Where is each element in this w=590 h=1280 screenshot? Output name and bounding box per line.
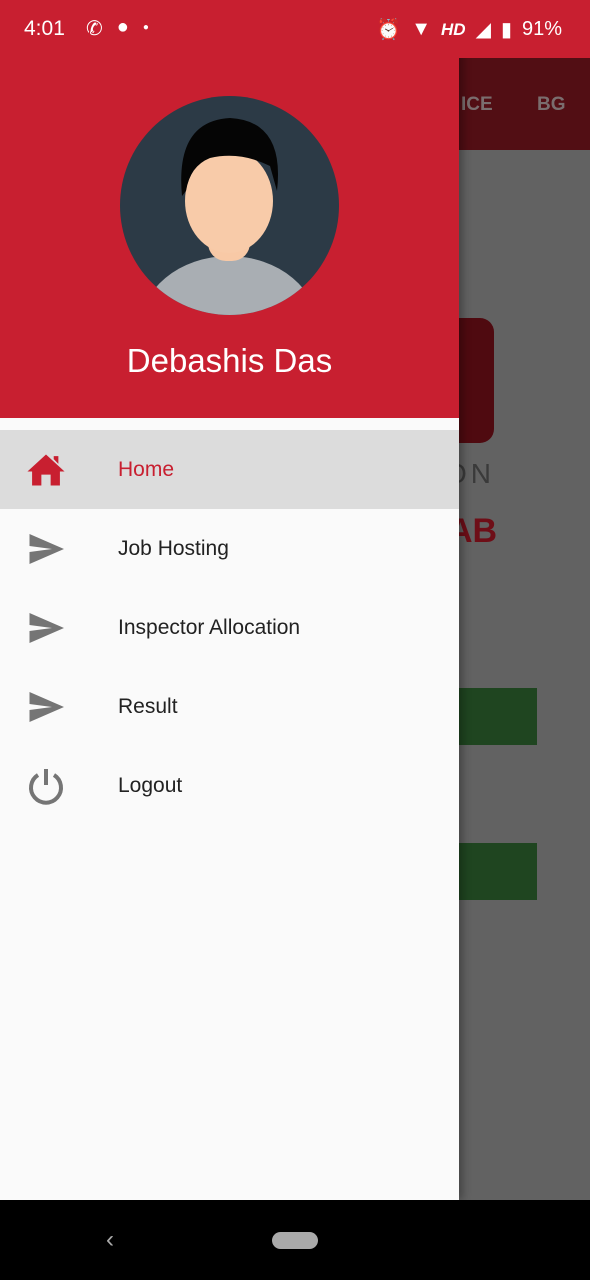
avatar — [120, 96, 339, 315]
status-bar: 4:01 ✆ ● ● ⏰ ▼ HD ◢ ▮ 91% — [0, 0, 590, 58]
background-tab: BG — [537, 94, 566, 115]
menu-item-logout[interactable]: Logout — [0, 746, 459, 825]
network-label: HD — [441, 19, 466, 39]
notification-app-icon: ● — [116, 16, 129, 38]
navigation-drawer: Debashis Das Home Job Hosting Inspector … — [0, 0, 459, 1200]
wifi-icon: ▼ — [411, 18, 431, 40]
send-icon — [26, 529, 66, 569]
drawer-header: Debashis Das — [0, 0, 459, 418]
battery-icon: ▮ — [500, 19, 512, 41]
send-icon — [26, 687, 66, 727]
user-name: Debashis Das — [126, 342, 333, 379]
battery-percent: 91% — [521, 18, 562, 40]
home-pill-button[interactable] — [272, 1232, 318, 1249]
menu-item-label: Logout — [118, 773, 183, 797]
menu-item-label: Inspector Allocation — [118, 615, 301, 639]
menu-item-label: Home — [118, 457, 175, 481]
dot-icon: ● — [142, 22, 149, 33]
menu-item-job-hosting[interactable]: Job Hosting — [0, 509, 459, 588]
menu-item-result[interactable]: Result — [0, 667, 459, 746]
background-toolbar: ICE BG — [459, 58, 590, 150]
background-tab: ICE — [461, 94, 493, 115]
menu-item-inspector-allocation[interactable]: Inspector Allocation — [0, 588, 459, 667]
status-time: 4:01 — [24, 17, 65, 40]
signal-icon: ◢ — [475, 19, 491, 41]
background-button — [459, 688, 537, 745]
system-nav-bar: ‹ — [0, 1200, 590, 1280]
send-icon — [26, 608, 66, 648]
drawer-menu: Home Job Hosting Inspector Allocation Re… — [0, 430, 459, 825]
menu-item-label: Job Hosting — [118, 536, 229, 560]
menu-item-home[interactable]: Home — [0, 430, 459, 509]
alarm-icon: ⏰ — [376, 19, 402, 41]
home-icon — [26, 450, 66, 490]
power-icon — [26, 766, 66, 806]
background-button — [459, 843, 537, 900]
whatsapp-icon: ✆ — [86, 18, 103, 40]
menu-item-label: Result — [118, 694, 178, 718]
back-icon[interactable]: ‹ — [106, 1226, 114, 1254]
